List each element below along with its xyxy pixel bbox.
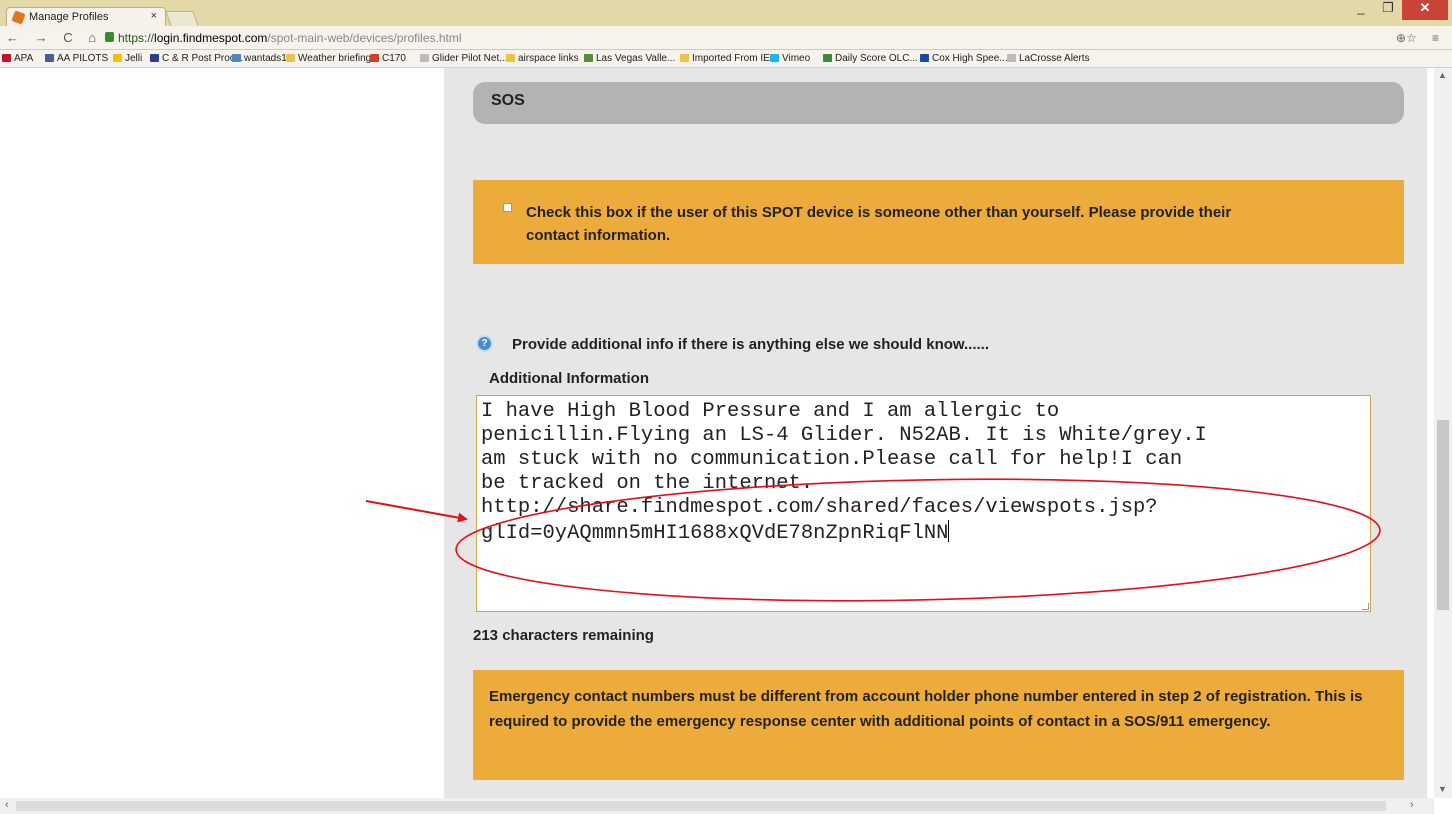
- bookmark-item[interactable]: C170: [370, 53, 406, 64]
- bookmark-label: AA PILOTS: [57, 53, 109, 64]
- maximize-button[interactable]: ❐: [1375, 0, 1401, 20]
- bookmark-label: Daily Score OLC...: [835, 53, 918, 64]
- bookmark-icon: [920, 54, 929, 62]
- bookmark-icon: [584, 54, 593, 62]
- bookmark-label: APA: [14, 53, 34, 64]
- bookmark-icon: [506, 54, 515, 62]
- bookmark-icon: [770, 54, 779, 62]
- bookmarks-bar: APA AA PILOTS Jelli C & R Post Proc... wanta…: [0, 50, 1452, 68]
- bookmark-item[interactable]: airspace links: [506, 53, 579, 64]
- vertical-scrollbar[interactable]: ▲ ▼: [1434, 68, 1452, 798]
- bookmark-item[interactable]: Vimeo: [770, 53, 810, 64]
- page-viewport: SOS Check this box if the user of this S…: [0, 68, 1434, 798]
- scroll-up-icon[interactable]: ▲: [1438, 70, 1447, 80]
- bookmark-item[interactable]: Weather briefing: [286, 53, 371, 64]
- address-bar: ← → C ⌂ https://login.findmespot.com/spo…: [0, 26, 1452, 50]
- bookmark-icon: [150, 54, 159, 62]
- bookmark-item[interactable]: Jelli: [113, 53, 142, 64]
- bookmark-icon: [420, 54, 429, 62]
- text-caret: [948, 520, 950, 542]
- bookmark-icon: [2, 54, 11, 62]
- scroll-right-icon[interactable]: ›: [1410, 799, 1414, 811]
- additional-information-textarea[interactable]: I have High Blood Pressure and I am alle…: [476, 395, 1371, 612]
- bookmark-item[interactable]: C & R Post Proc...: [150, 53, 243, 64]
- bookmark-icon: [232, 54, 241, 62]
- navigation-buttons[interactable]: ← → C ⌂: [6, 30, 102, 45]
- bookmark-item[interactable]: wantads1: [232, 53, 287, 64]
- bookmark-label: Glider Pilot Net...: [432, 53, 508, 64]
- bookmark-icon: [286, 54, 295, 62]
- bookmark-label: C & R Post Proc...: [162, 53, 244, 64]
- bookmark-label: wantads1: [244, 53, 287, 64]
- url-path: /spot-main-web/devices/profiles.html: [267, 31, 462, 45]
- tab-title: Manage Profiles: [29, 11, 109, 23]
- browser-tab-bar: Manage Profiles × _ ❐ ✕: [0, 0, 1452, 26]
- vertical-scroll-thumb[interactable]: [1437, 420, 1449, 610]
- bookmark-label: Weather briefing: [298, 53, 372, 64]
- bookmark-item[interactable]: Glider Pilot Net...: [420, 53, 508, 64]
- new-tab-button[interactable]: [165, 11, 199, 26]
- bookmark-label: Cox High Spee...: [932, 53, 1008, 64]
- bookmark-icon: [370, 54, 379, 62]
- bookmark-item[interactable]: Daily Score OLC...: [823, 53, 918, 64]
- emergency-contact-note: Emergency contact numbers must be differ…: [489, 688, 1363, 730]
- zoom-bookmark-star-icon[interactable]: ⊕☆: [1396, 31, 1417, 45]
- url-scheme: https://: [118, 31, 155, 45]
- additional-information-label: Additional Information: [489, 370, 649, 387]
- bookmark-item[interactable]: Las Vegas Valle...: [584, 53, 675, 64]
- bookmark-item[interactable]: LaCrosse Alerts: [1007, 53, 1090, 64]
- horizontal-scroll-thumb[interactable]: [16, 801, 1386, 811]
- findmespot-favicon-icon: [11, 10, 26, 25]
- bookmark-label: Vimeo: [782, 53, 811, 64]
- bookmark-label: C170: [382, 53, 406, 64]
- bookmark-icon: [823, 54, 832, 62]
- scroll-left-icon[interactable]: ‹: [5, 799, 9, 811]
- horizontal-scrollbar[interactable]: ‹ ›: [0, 798, 1434, 814]
- tab-close-icon[interactable]: ×: [151, 10, 157, 22]
- minimize-button[interactable]: _: [1348, 0, 1374, 20]
- browser-tab[interactable]: Manage Profiles ×: [6, 7, 166, 26]
- url-field[interactable]: https://login.findmespot.com/spot-main-w…: [118, 31, 462, 45]
- other-user-checkbox-label: Check this box if the user of this SPOT …: [526, 204, 1232, 244]
- bookmark-label: airspace links: [518, 53, 579, 64]
- help-icon[interactable]: ?: [476, 335, 493, 352]
- sos-section-header: SOS: [473, 82, 1404, 124]
- scroll-down-icon[interactable]: ▼: [1438, 784, 1447, 794]
- other-user-checkbox[interactable]: [503, 203, 512, 212]
- bookmark-icon: [1007, 54, 1016, 62]
- textarea-resize-grip[interactable]: [1362, 603, 1369, 610]
- additional-information-value: I have High Blood Pressure and I am alle…: [481, 400, 1207, 545]
- bookmark-item[interactable]: APA: [2, 53, 33, 64]
- bookmark-icon: [45, 54, 54, 62]
- bookmark-item[interactable]: AA PILOTS: [45, 53, 108, 64]
- close-window-button[interactable]: ✕: [1402, 0, 1448, 20]
- ssl-lock-icon: [105, 32, 114, 42]
- profile-form: SOS Check this box if the user of this S…: [444, 68, 1427, 798]
- bookmark-label: Jelli: [125, 53, 143, 64]
- chrome-menu-icon[interactable]: ≡: [1432, 31, 1439, 45]
- bookmark-icon: [113, 54, 122, 62]
- bookmark-label: LaCrosse Alerts: [1019, 53, 1090, 64]
- bookmark-item[interactable]: Imported From IE: [680, 53, 770, 64]
- bookmark-label: Imported From IE: [692, 53, 770, 64]
- characters-remaining: 213 characters remaining: [473, 627, 654, 644]
- bookmark-icon: [680, 54, 689, 62]
- bookmark-label: Las Vegas Valle...: [596, 53, 676, 64]
- additional-info-prompt: Provide additional info if there is anyt…: [512, 336, 990, 353]
- url-host: login.findmespot.com: [154, 31, 268, 45]
- bookmark-item[interactable]: Cox High Spee...: [920, 53, 1008, 64]
